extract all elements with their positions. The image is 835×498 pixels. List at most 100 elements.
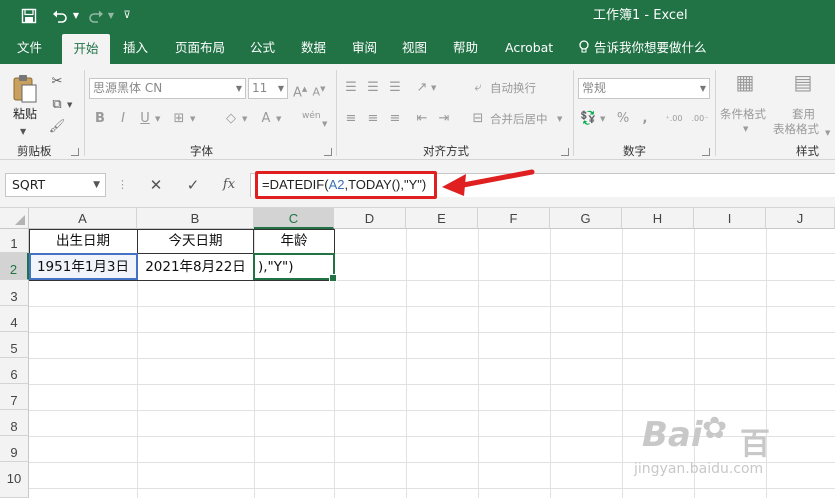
column-header-e[interactable]: E [406, 208, 478, 229]
tab-formulas[interactable]: 公式 [250, 32, 275, 64]
tab-review[interactable]: 审阅 [352, 32, 377, 64]
format-painter-icon[interactable]: 🖌 [47, 117, 67, 137]
row-header-6[interactable]: 6 [0, 358, 29, 384]
enter-icon[interactable]: ✓ [182, 173, 204, 197]
grow-font-icon[interactable]: A▲ [293, 79, 307, 100]
cancel-icon[interactable]: ✕ [145, 173, 167, 197]
borders-dropdown-icon[interactable]: ▼ [190, 109, 195, 129]
cell-b2[interactable]: 2021年8月22日 [137, 255, 254, 279]
row-header-10[interactable]: 10 [0, 462, 29, 498]
merge-dropdown-icon[interactable]: ▼ [557, 109, 562, 129]
row-header-1[interactable]: 1 [0, 229, 29, 253]
number-launcher-icon[interactable] [702, 148, 710, 156]
bold-icon[interactable]: B [93, 109, 107, 129]
column-header-b[interactable]: B [137, 208, 254, 229]
align-right-icon[interactable]: ≡ [387, 109, 403, 129]
increase-decimal-icon[interactable]: ⁺.00 [664, 109, 684, 129]
alignment-launcher-icon[interactable] [561, 148, 569, 156]
font-launcher-icon[interactable] [324, 148, 332, 156]
align-middle-icon[interactable]: ☰ [365, 78, 381, 98]
save-icon[interactable] [18, 6, 40, 26]
cell-c2[interactable]: ),"Y") [258, 255, 334, 279]
orientation-icon[interactable]: ↗ [414, 78, 430, 98]
font-color-dropdown-icon[interactable]: ▼ [276, 109, 281, 129]
cell-a1[interactable]: 出生日期 [29, 229, 137, 253]
table-format-button-line2[interactable]: 表格格式 [773, 121, 819, 137]
tell-me-search[interactable]: 告诉我你想要做什么 [594, 32, 707, 64]
redo-dropdown-icon[interactable]: ▼ [106, 6, 116, 26]
paste-icon[interactable] [12, 74, 38, 104]
number-format-combo[interactable]: 常规 ▼ [578, 78, 710, 99]
increase-indent-icon[interactable]: ⇥ [436, 109, 452, 129]
tab-home[interactable]: 开始 [62, 34, 110, 64]
column-header-g[interactable]: G [550, 208, 622, 229]
wrap-text-icon[interactable]: ⤶ [469, 78, 487, 98]
align-center-icon[interactable]: ≡ [365, 109, 381, 129]
borders-icon[interactable]: ⊞ [170, 109, 188, 129]
paste-dropdown-icon[interactable]: ▼ [20, 122, 26, 142]
row-header-3[interactable]: 3 [0, 280, 29, 306]
column-header-c[interactable]: C [254, 208, 334, 229]
fill-color-dropdown-icon[interactable]: ▼ [242, 109, 247, 129]
insert-function-icon[interactable]: fx [218, 173, 240, 197]
font-color-icon[interactable]: A [258, 109, 274, 129]
currency-dropdown-icon[interactable]: ▼ [600, 109, 605, 129]
clipboard-launcher-icon[interactable] [71, 148, 79, 156]
tab-help[interactable]: 帮助 [453, 32, 478, 64]
tab-page-layout[interactable]: 页面布局 [175, 32, 225, 64]
font-size-combo[interactable]: 11 ▼ [248, 78, 288, 99]
cell-b1[interactable]: 今天日期 [137, 229, 254, 253]
italic-icon[interactable]: I [116, 109, 130, 129]
font-name-combo[interactable]: 思源黑体 CN ▼ [89, 78, 246, 99]
copy-dropdown-icon[interactable]: ▼ [67, 95, 72, 115]
cond-format-dropdown-icon[interactable]: ▼ [743, 119, 748, 139]
table-format-dropdown-icon[interactable]: ▼ [825, 123, 830, 143]
tab-data[interactable]: 数据 [301, 32, 326, 64]
customize-qat-icon[interactable]: ⊽ [121, 6, 133, 26]
underline-dropdown-icon[interactable]: ▼ [155, 109, 160, 129]
row-header-7[interactable]: 7 [0, 384, 29, 410]
cell-a2[interactable]: 1951年1月3日 [29, 255, 137, 279]
shrink-font-icon[interactable]: A▼ [312, 79, 326, 99]
cut-icon[interactable]: ✂ [47, 72, 67, 92]
conditional-format-icon[interactable]: ▦ [730, 72, 760, 92]
row-header-2[interactable]: 2 [0, 253, 29, 280]
align-left-icon[interactable]: ≡ [343, 109, 359, 129]
column-header-i[interactable]: I [694, 208, 766, 229]
percent-icon[interactable]: % [615, 109, 631, 129]
decrease-decimal-icon[interactable]: .00⁻ [690, 109, 710, 129]
align-bottom-icon[interactable]: ☰ [387, 78, 403, 98]
underline-icon[interactable]: U [138, 109, 152, 129]
table-format-icon[interactable]: ▤ [788, 72, 818, 92]
merge-center-icon[interactable]: ⊟ [469, 109, 487, 129]
column-header-f[interactable]: F [478, 208, 550, 229]
table-format-button-line1[interactable]: 套用 [792, 106, 815, 122]
tab-view[interactable]: 视图 [402, 32, 427, 64]
orientation-dropdown-icon[interactable]: ▼ [431, 78, 436, 98]
merge-center-button[interactable]: 合并后居中 [490, 111, 548, 127]
column-header-j[interactable]: J [766, 208, 835, 229]
wrap-text-button[interactable]: 自动换行 [490, 80, 536, 96]
tab-acrobat[interactable]: Acrobat [505, 32, 553, 64]
column-header-d[interactable]: D [334, 208, 406, 229]
phonetic-dropdown-icon[interactable]: ▼ [322, 114, 327, 134]
undo-dropdown-icon[interactable]: ▼ [71, 6, 81, 26]
row-header-9[interactable]: 9 [0, 436, 29, 462]
decrease-indent-icon[interactable]: ⇤ [414, 109, 430, 129]
tab-file[interactable]: 文件 [17, 32, 42, 64]
undo-icon[interactable] [50, 6, 70, 26]
column-header-h[interactable]: H [622, 208, 694, 229]
name-box[interactable]: SQRT ▼ [5, 173, 106, 197]
redo-icon[interactable] [86, 6, 106, 26]
fill-color-icon[interactable]: ◇ [222, 109, 240, 129]
row-header-4[interactable]: 4 [0, 306, 29, 332]
column-header-a[interactable]: A [29, 208, 137, 229]
row-header-8[interactable]: 8 [0, 410, 29, 436]
tab-insert[interactable]: 插入 [123, 32, 148, 64]
currency-icon[interactable]: 💱 [580, 109, 596, 129]
phonetic-guide-button[interactable]: wén [302, 108, 321, 124]
align-top-icon[interactable]: ☰ [343, 78, 359, 98]
paste-button[interactable]: 粘贴 [13, 105, 37, 122]
row-header-5[interactable]: 5 [0, 332, 29, 358]
copy-icon[interactable]: ⧉ [47, 95, 67, 115]
